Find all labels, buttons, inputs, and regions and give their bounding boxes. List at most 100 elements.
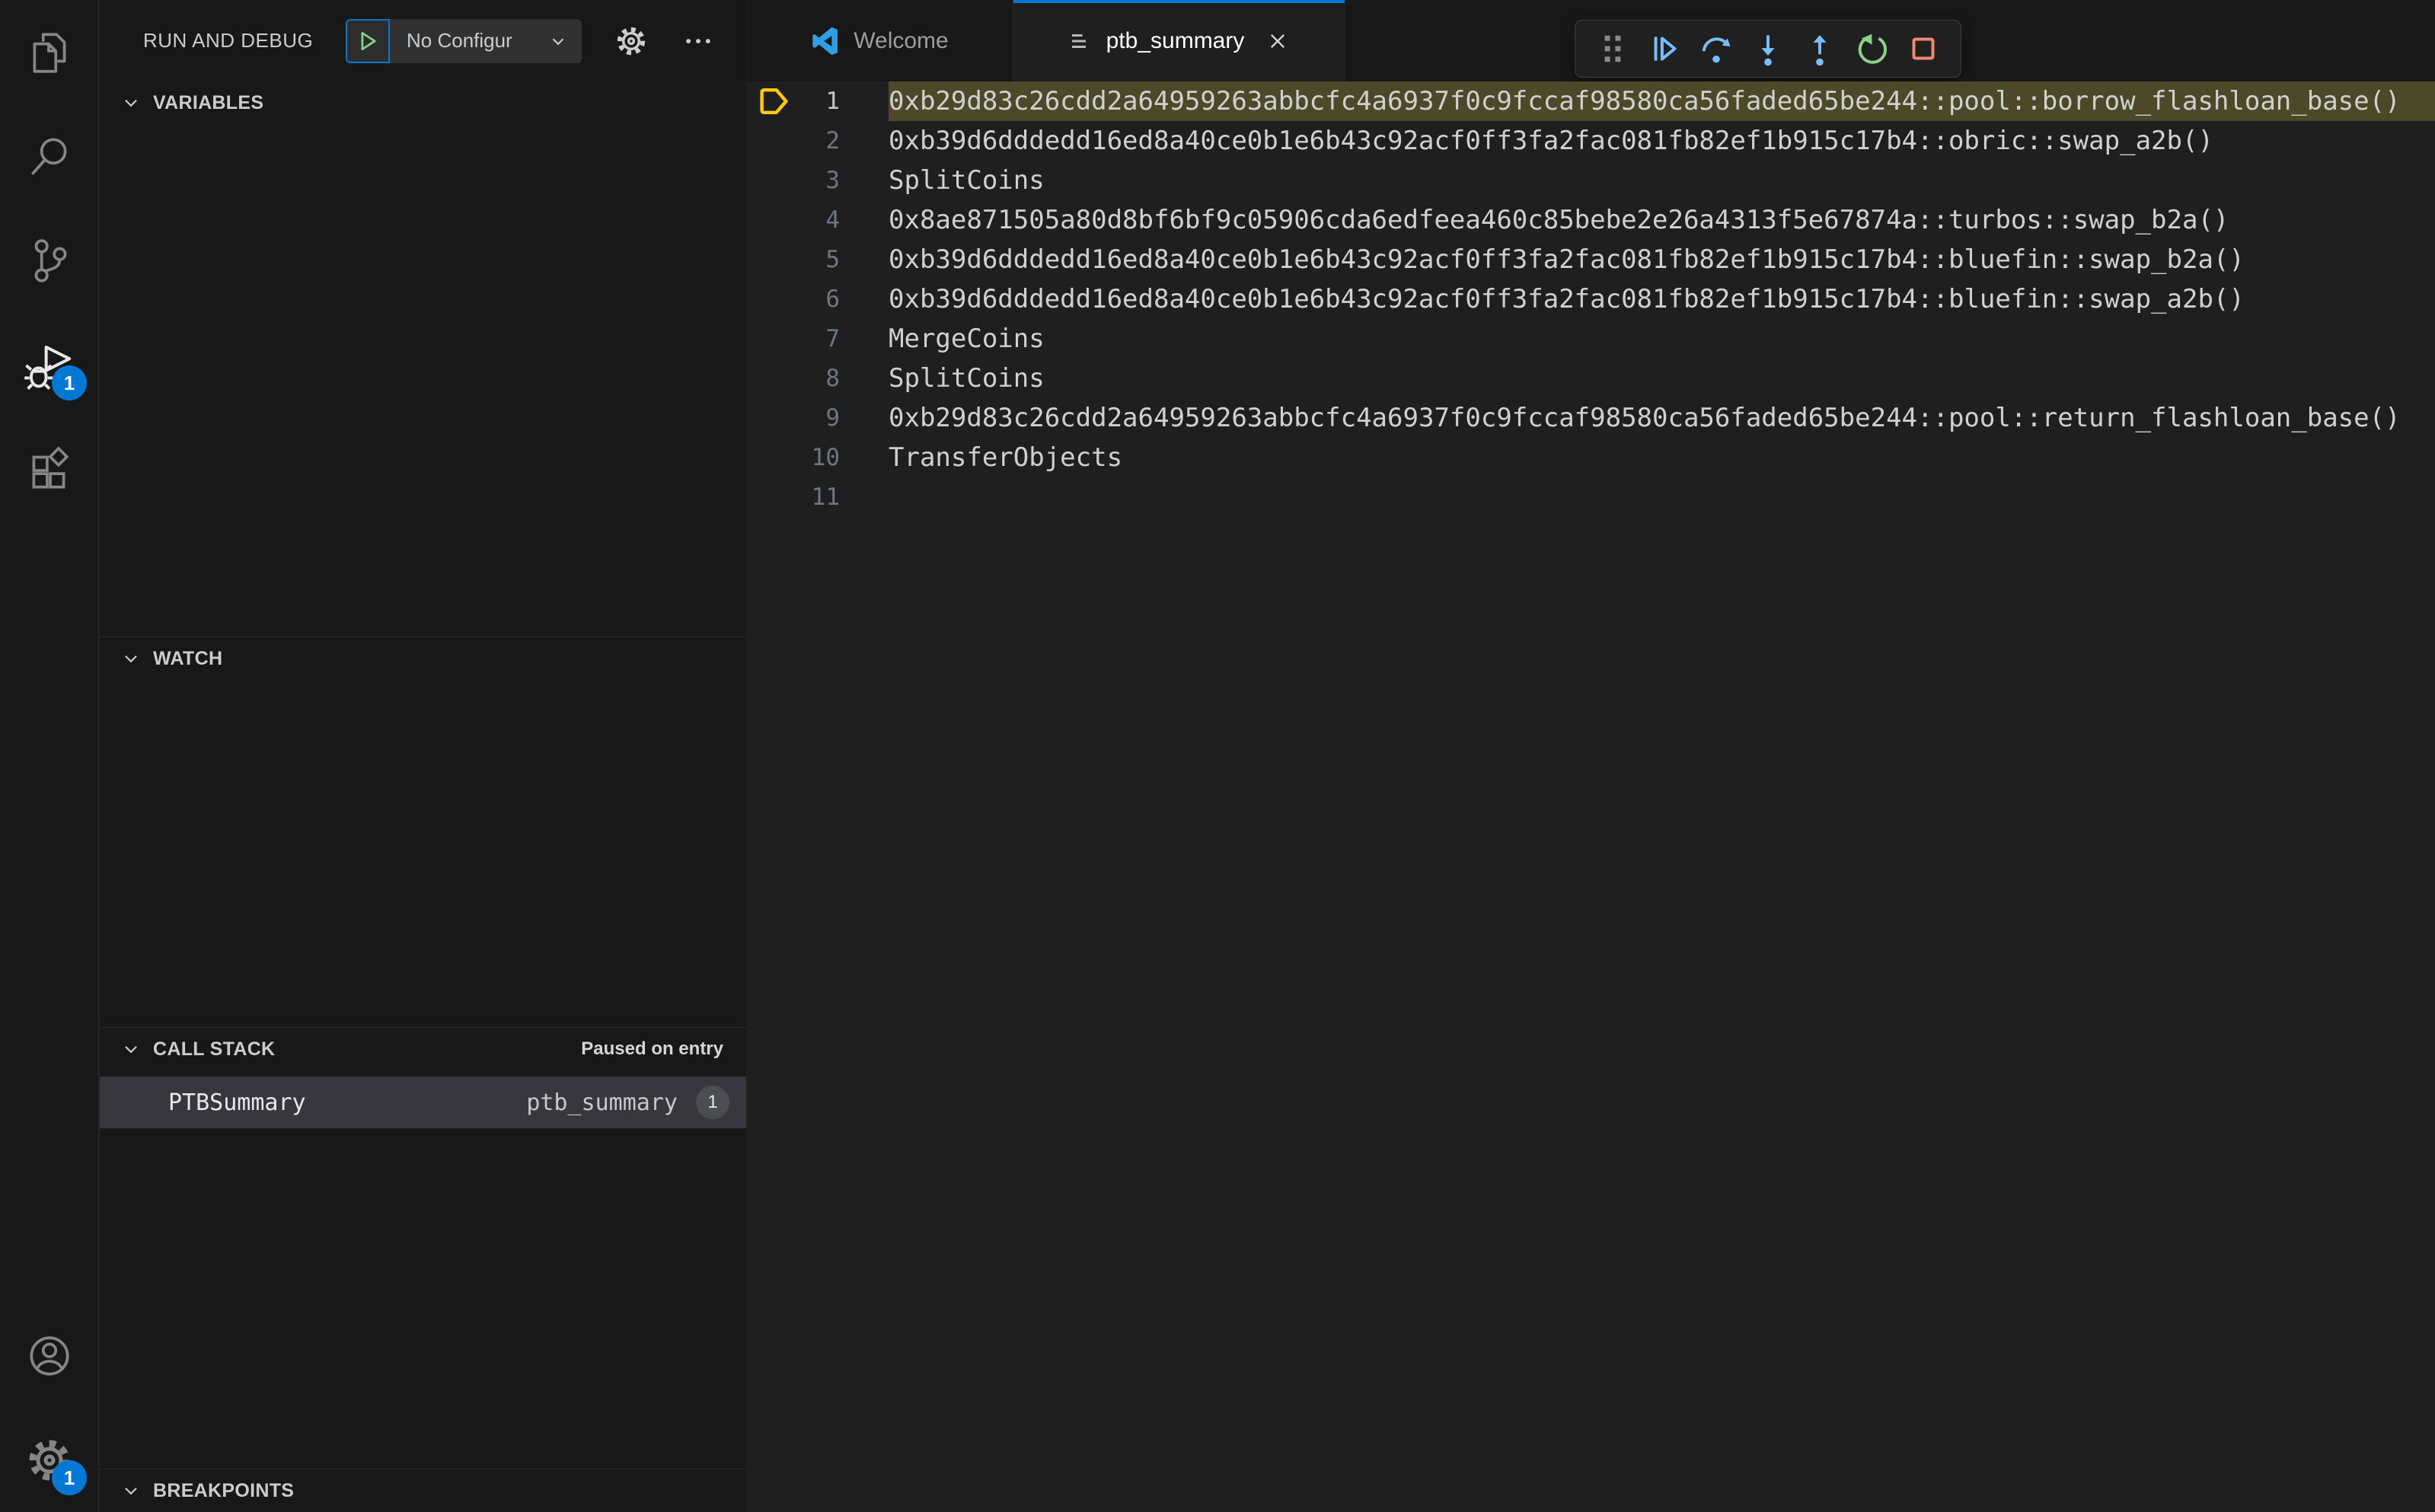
call-stack-frame-row[interactable]: PTBSummary ptb_summary 1: [100, 1077, 746, 1128]
code-line: 7 MergeCoins: [747, 319, 2435, 359]
code-text[interactable]: SplitCoins: [889, 161, 2435, 200]
activity-bar: 1 1: [0, 0, 99, 1512]
call-stack-status: Paused on entry: [581, 1038, 723, 1059]
call-stack-section-header[interactable]: CALL STACK Paused on entry: [100, 1028, 746, 1070]
code-text[interactable]: 0xb39d6dddedd16ed8a40ce0b1e6b43c92acf0ff…: [889, 240, 2435, 279]
tab-welcome-label: Welcome: [854, 27, 949, 53]
debug-current-line-icon: [760, 88, 788, 114]
code-line: 9 0xb29d83c26cdd2a64959263abbcfc4a6937f0…: [747, 398, 2435, 438]
debug-continue-button[interactable]: [1645, 30, 1683, 68]
code-text[interactable]: MergeCoins: [889, 319, 2435, 359]
stack-frame-name: PTBSummary: [168, 1089, 306, 1116]
line-number: 4: [825, 206, 840, 234]
stack-frame-badge: 1: [696, 1086, 729, 1119]
play-icon: [361, 31, 376, 50]
breakpoints-section-label: BREAKPOINTS: [153, 1479, 295, 1501]
breakpoint-gutter[interactable]: [747, 161, 800, 200]
code-text[interactable]: 0xb39d6dddedd16ed8a40ce0b1e6b43c92acf0ff…: [889, 121, 2435, 161]
tab-close-button[interactable]: [1262, 26, 1293, 56]
code-line: 10 TransferObjects: [747, 438, 2435, 477]
call-stack-section: CALL STACK Paused on entry PTBSummary pt…: [100, 1027, 746, 1469]
breakpoint-gutter[interactable]: [747, 240, 800, 279]
ellipsis-icon: [686, 38, 710, 43]
step-out-icon: [1813, 35, 1827, 66]
chevron-down-icon: [121, 649, 141, 668]
variables-section: VARIABLES: [100, 81, 746, 636]
code-text[interactable]: SplitCoins: [889, 359, 2435, 398]
line-number: 8: [825, 365, 840, 392]
activity-search[interactable]: [0, 104, 99, 209]
watch-body: [100, 680, 746, 1027]
activity-source-control[interactable]: [0, 209, 99, 313]
stack-frame-meta: ptb_summary 1: [526, 1086, 729, 1119]
continue-icon: [1654, 37, 1677, 61]
activity-explorer[interactable]: [0, 0, 99, 104]
stack-frame-source: ptb_summary: [526, 1089, 678, 1116]
variables-body: [100, 124, 746, 636]
code-editor[interactable]: 1 0xb29d83c26cdd2a64959263abbcfc4a6937f0…: [747, 81, 2435, 1512]
line-number: 9: [825, 404, 840, 432]
debug-stop-button[interactable]: [1904, 30, 1942, 68]
debug-toolbar-drag-handle[interactable]: [1594, 30, 1632, 68]
debug-badge: 1: [52, 365, 87, 400]
chevron-down-icon: [121, 93, 141, 113]
activity-settings[interactable]: 1: [0, 1408, 99, 1512]
line-number: 6: [825, 285, 840, 313]
debug-step-into-button[interactable]: [1749, 30, 1787, 68]
breakpoint-gutter[interactable]: [747, 121, 800, 161]
breakpoint-gutter[interactable]: [747, 200, 800, 240]
explorer-icon: [33, 32, 66, 73]
sidebar-title: RUN AND DEBUG: [143, 29, 314, 52]
activity-accounts[interactable]: [0, 1303, 99, 1408]
variables-section-header[interactable]: VARIABLES: [100, 81, 746, 124]
line-number: 2: [825, 127, 840, 155]
code-line: 6 0xb39d6dddedd16ed8a40ce0b1e6b43c92acf0…: [747, 279, 2435, 319]
restart-icon: [1858, 33, 1887, 64]
code-line: 8 SplitCoins: [747, 359, 2435, 398]
breakpoint-gutter[interactable]: [747, 319, 800, 359]
code-line: 3 SplitCoins: [747, 161, 2435, 200]
code-line: 11: [747, 477, 2435, 517]
start-debugging-button[interactable]: [346, 18, 390, 63]
code-line: 4 0x8ae871505a80d8bf6bf9c05906cda6edfeea…: [747, 200, 2435, 240]
line-number: 11: [811, 483, 840, 511]
debug-step-out-button[interactable]: [1801, 30, 1839, 68]
breakpoint-gutter[interactable]: [747, 359, 800, 398]
code-text[interactable]: [889, 477, 2435, 517]
breakpoint-gutter[interactable]: [747, 81, 800, 121]
code-text[interactable]: TransferObjects: [889, 438, 2435, 477]
search-icon: [31, 137, 67, 175]
debug-step-over-button[interactable]: [1697, 30, 1735, 68]
views-more-actions-button[interactable]: [681, 24, 716, 59]
tab-welcome[interactable]: Welcome: [747, 0, 1013, 81]
chevron-down-icon: [552, 38, 564, 45]
breakpoint-gutter[interactable]: [747, 398, 800, 438]
code-text[interactable]: 0xb39d6dddedd16ed8a40ce0b1e6b43c92acf0ff…: [889, 279, 2435, 319]
code-text[interactable]: 0xb29d83c26cdd2a64959263abbcfc4a6937f0c9…: [889, 398, 2435, 438]
debug-configuration-dropdown[interactable]: No Configur: [390, 18, 582, 63]
code-line: 5 0xb39d6dddedd16ed8a40ce0b1e6b43c92acf0…: [747, 240, 2435, 279]
line-number: 3: [825, 167, 840, 194]
call-stack-section-label: CALL STACK: [153, 1038, 276, 1060]
line-number: 10: [811, 444, 840, 471]
variables-section-label: VARIABLES: [153, 91, 264, 113]
activity-run-and-debug[interactable]: 1: [0, 313, 99, 417]
breakpoint-gutter[interactable]: [747, 438, 800, 477]
breakpoints-section: BREAKPOINTS: [100, 1469, 746, 1512]
code-text[interactable]: 0xb29d83c26cdd2a64959263abbcfc4a6937f0c9…: [889, 81, 2435, 121]
activity-extensions[interactable]: [0, 417, 99, 522]
breakpoint-gutter[interactable]: [747, 477, 800, 517]
tab-ptb-summary-label: ptb_summary: [1106, 27, 1245, 53]
vscode-logo-icon: [812, 27, 838, 55]
tab-ptb-summary[interactable]: ptb_summary: [1013, 0, 1345, 81]
step-into-icon: [1761, 35, 1775, 66]
stop-icon: [1912, 37, 1935, 60]
code-text[interactable]: 0x8ae871505a80d8bf6bf9c05906cda6edfeea46…: [889, 200, 2435, 240]
debug-restart-button[interactable]: [1853, 30, 1891, 68]
breakpoints-section-header[interactable]: BREAKPOINTS: [100, 1469, 746, 1512]
line-number: 5: [825, 246, 840, 273]
debug-settings-gear-button[interactable]: [614, 24, 649, 59]
breakpoint-gutter[interactable]: [747, 279, 800, 319]
run-and-debug-sidebar: RUN AND DEBUG No Configur VARIABLES WATC…: [100, 0, 746, 1512]
watch-section-header[interactable]: WATCH: [100, 637, 746, 680]
